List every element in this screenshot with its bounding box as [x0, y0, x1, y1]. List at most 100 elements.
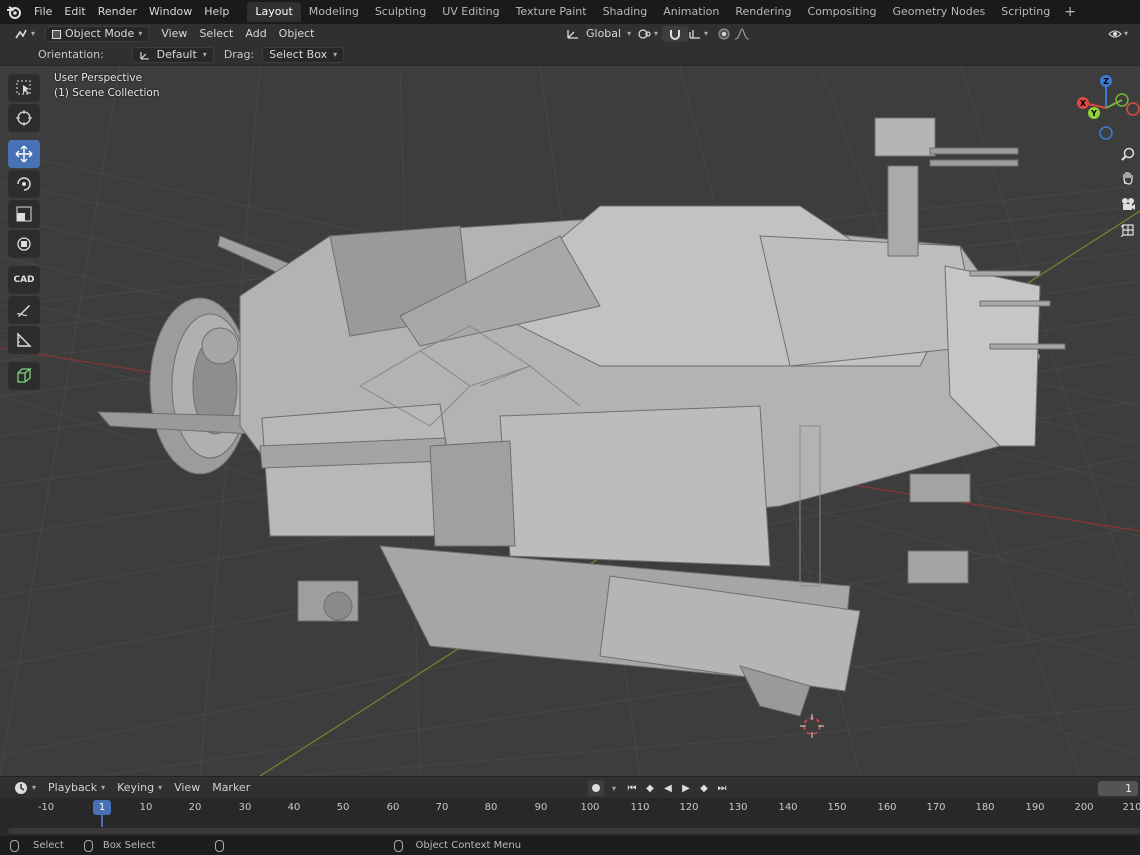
timeline-tick-label: 160 — [877, 802, 897, 813]
tab-geometry-nodes[interactable]: Geometry Nodes — [884, 2, 993, 22]
move-icon — [15, 145, 33, 163]
timeline-header: ▾ Playback ▾ Keying ▾ View Marker ▾ ⏮ ◆ ◀ … — [0, 776, 1140, 798]
tab-compositing[interactable]: Compositing — [800, 2, 885, 22]
tab-rendering[interactable]: Rendering — [727, 2, 799, 22]
play-button[interactable]: ▶ — [678, 780, 694, 796]
editor-type-button[interactable]: ▾ — [8, 26, 41, 42]
tab-uv-editing[interactable]: UV Editing — [434, 2, 507, 22]
keying-label: Keying — [117, 781, 155, 794]
pivot-point-icon — [638, 29, 651, 39]
clock-icon — [15, 781, 27, 794]
timeline-scrollbar[interactable] — [8, 828, 1140, 834]
select-box-icon — [16, 80, 31, 95]
menu-playback[interactable]: Playback ▾ — [42, 781, 111, 794]
tab-texture-paint[interactable]: Texture Paint — [508, 2, 595, 22]
camera-view-button[interactable] — [1116, 192, 1140, 216]
prev-keyframe-button[interactable]: ◆ — [642, 780, 658, 796]
playhead-frame-indicator[interactable]: 1 — [93, 800, 111, 815]
scale-icon — [16, 206, 32, 222]
jump-end-button[interactable]: ⏭ — [714, 780, 730, 796]
timeline-tick-label: 10 — [139, 802, 153, 813]
jump-start-button[interactable]: ⏮ — [624, 780, 640, 796]
select-box-tool[interactable] — [8, 74, 40, 102]
measure-tool[interactable] — [8, 326, 40, 354]
move-tool[interactable] — [8, 140, 40, 168]
tab-sculpting[interactable]: Sculpting — [367, 2, 434, 22]
play-reverse-button[interactable]: ◀ — [660, 780, 676, 796]
ortho-toggle-button[interactable] — [1116, 218, 1140, 242]
playback-label: Playback — [48, 781, 98, 794]
3d-viewport[interactable]: Z Y X User Perspective (1) Scene Collect… — [0, 66, 1140, 776]
menu-edit[interactable]: Edit — [58, 0, 91, 24]
pan-button[interactable] — [1116, 166, 1140, 190]
timeline-tick-label: 130 — [728, 802, 748, 813]
proportional-edit-toggle[interactable] — [712, 26, 756, 42]
tab-layout[interactable]: Layout — [247, 2, 301, 22]
transform-tool[interactable] — [8, 230, 40, 258]
tab-modeling[interactable]: Modeling — [301, 2, 367, 22]
zoom-icon — [1121, 147, 1135, 161]
jump-end-icon: ⏭ — [717, 782, 727, 794]
pivot-dropdown[interactable]: ▾ — [632, 26, 664, 42]
tab-animation[interactable]: Animation — [655, 2, 727, 22]
next-keyframe-button[interactable]: ◆ — [696, 780, 712, 796]
proportional-edit-icon — [718, 28, 730, 40]
drag-value: Select Box — [269, 47, 328, 61]
cad-tool[interactable]: CAD — [8, 266, 40, 294]
orientation-dropdown[interactable]: Default ▾ — [131, 46, 214, 63]
timeline-editor-type[interactable]: ▾ — [8, 781, 42, 795]
orientation-axes-icon — [140, 51, 149, 60]
timeline-area[interactable]: -10 10 20 30 40 50 60 70 80 90 100 110 120 130 140 150 1… — [0, 798, 1140, 836]
timeline-tick-label: 210 — [1122, 802, 1140, 813]
status-box-select: Box Select — [83, 839, 155, 852]
menu-timeline-view[interactable]: View — [168, 781, 206, 794]
perspective-label: User Perspective — [54, 72, 143, 84]
zoom-button[interactable] — [1116, 142, 1140, 166]
menu-file[interactable]: File — [28, 0, 58, 24]
menu-add[interactable]: Add — [239, 26, 272, 42]
blender-logo-icon[interactable] — [0, 0, 28, 24]
menu-marker[interactable]: Marker — [206, 781, 256, 794]
mode-dropdown[interactable]: Object Mode ▾ — [45, 26, 150, 42]
timeline-tick-label: 80 — [484, 802, 498, 813]
tab-shading[interactable]: Shading — [595, 2, 656, 22]
rotate-icon — [17, 177, 31, 191]
tab-scripting[interactable]: Scripting — [993, 2, 1058, 22]
menu-select[interactable]: Select — [193, 26, 239, 42]
annotate-tool[interactable] — [8, 296, 40, 324]
transform-orientation-dropdown[interactable]: Global ▾ — [560, 26, 637, 42]
editor-type-icon — [15, 29, 27, 39]
record-button[interactable] — [588, 780, 604, 796]
record-options[interactable]: ▾ — [606, 780, 622, 796]
timeline-tick-label: 170 — [926, 802, 946, 813]
hand-icon — [1123, 172, 1133, 185]
add-workspace-button[interactable]: + — [1058, 2, 1082, 22]
add-cube-tool[interactable] — [8, 362, 40, 390]
cube-add-icon — [17, 368, 32, 383]
snap-target-dropdown[interactable]: ▾ — [682, 26, 714, 42]
drag-dropdown[interactable]: Select Box ▾ — [262, 46, 345, 63]
drag-label: Drag: — [223, 48, 255, 61]
timeline-tick-label: 100 — [580, 802, 600, 813]
falloff-curve-icon — [734, 28, 750, 40]
orientation-label: Orientation: — [38, 48, 104, 61]
timeline-tick-label: 140 — [778, 802, 798, 813]
rotate-tool[interactable] — [8, 170, 40, 198]
menu-help[interactable]: Help — [198, 0, 235, 24]
timeline-tick-label: 200 — [1074, 802, 1094, 813]
menu-keying[interactable]: Keying ▾ — [111, 781, 168, 794]
cursor-tool[interactable] — [8, 104, 40, 132]
menu-render[interactable]: Render — [92, 0, 143, 24]
timeline-tick-label: 190 — [1025, 802, 1045, 813]
current-frame-field[interactable]: 1 — [1098, 781, 1138, 796]
menu-object[interactable]: Object — [273, 26, 321, 42]
orientation-icon — [567, 30, 578, 39]
viewport-visibility-dropdown[interactable]: ▾ — [1102, 26, 1134, 42]
gizmo-z-label: Z — [1103, 77, 1109, 86]
mouse-icon — [215, 839, 225, 852]
next-keyframe-icon: ◆ — [700, 782, 708, 794]
menu-view[interactable]: View — [155, 26, 193, 42]
scale-tool[interactable] — [8, 200, 40, 228]
snap-increment-icon — [689, 30, 700, 39]
menu-window[interactable]: Window — [143, 0, 198, 24]
